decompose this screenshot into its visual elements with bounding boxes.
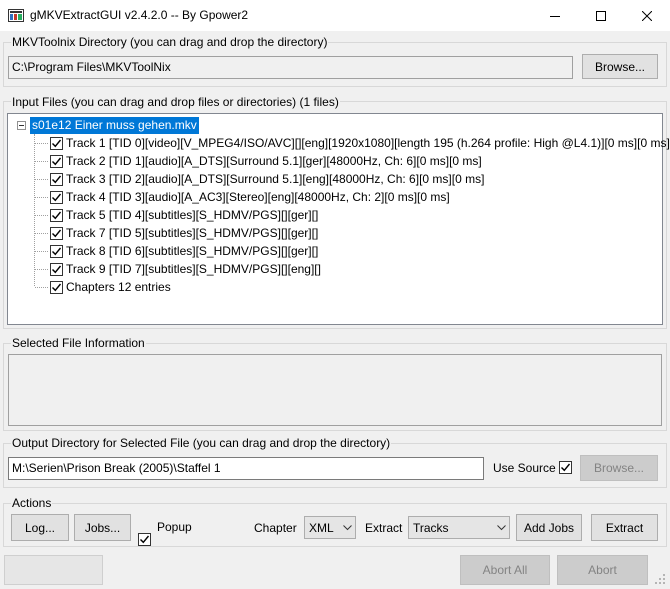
tree-item[interactable]: Track 3 [TID 2][audio][A_DTS][Surround 5…: [50, 170, 484, 188]
tree-item[interactable]: Track 1 [TID 0][video][V_MPEG4/ISO/AVC][…: [50, 134, 670, 152]
tree-connector: [35, 197, 48, 198]
abort-all-button[interactable]: Abort All: [460, 555, 550, 585]
popup-label: Popup: [157, 520, 192, 534]
tree-connector: [35, 287, 48, 288]
tree-item[interactable]: Track 7 [TID 5][subtitles][S_HDMV/PGS][]…: [50, 224, 318, 242]
minimize-icon[interactable]: [532, 0, 578, 31]
tree-item[interactable]: Chapters 12 entries: [50, 278, 171, 296]
chevron-down-icon: [493, 524, 509, 531]
tree-connector: [35, 161, 48, 162]
chapter-label: Chapter: [254, 521, 297, 535]
mkvtoolnix-group-label: MKVToolnix Directory (you can drag and d…: [11, 35, 329, 49]
chapter-select-value: XML: [309, 520, 334, 535]
tree-connector: [35, 143, 48, 144]
track-checkbox[interactable]: [50, 154, 63, 168]
abort-button[interactable]: Abort: [557, 555, 648, 585]
file-info-textbox[interactable]: [8, 354, 662, 426]
tree-item-label: Track 7 [TID 5][subtitles][S_HDMV/PGS][]…: [66, 226, 319, 240]
progress-bar: [4, 555, 103, 585]
extract-select[interactable]: Tracks: [408, 516, 510, 539]
app-icon: [8, 9, 24, 22]
maximize-icon[interactable]: [578, 0, 624, 31]
resize-grip-icon[interactable]: [654, 573, 666, 585]
tree-item[interactable]: Track 9 [TID 7][subtitles][S_HDMV/PGS][]…: [50, 260, 321, 278]
extract-label: Extract: [365, 521, 403, 535]
tree-root-file[interactable]: s01e12 Einer muss gehen.mkv: [30, 117, 199, 134]
track-checkbox[interactable]: [50, 172, 63, 186]
track-checkbox[interactable]: [50, 280, 63, 294]
mkvtoolnix-browse-button[interactable]: Browse...: [582, 54, 658, 79]
track-checkbox[interactable]: [50, 190, 63, 204]
tree-connector: [35, 269, 48, 270]
use-source-checkbox[interactable]: [559, 461, 572, 474]
file-info-group-label: Selected File Information: [11, 336, 146, 350]
window-title: gMKVExtractGUI v2.4.2.0 -- By Gpower2: [30, 8, 249, 22]
chapter-select[interactable]: XML: [304, 516, 356, 539]
tree-item[interactable]: Track 2 [TID 1][audio][A_DTS][Surround 5…: [50, 152, 482, 170]
tree-item[interactable]: Track 8 [TID 6][subtitles][S_HDMV/PGS][]…: [50, 242, 318, 260]
tree-item-label: Track 4 [TID 3][audio][A_AC3][Stereo][en…: [66, 190, 450, 204]
use-source-label: Use Source: [493, 461, 556, 475]
extract-button[interactable]: Extract: [591, 514, 658, 541]
close-icon[interactable]: [624, 0, 670, 31]
output-path-field[interactable]: M:\Serien\Prison Break (2005)\Staffel 1: [8, 457, 484, 480]
actions-group-label: Actions: [11, 496, 53, 510]
track-checkbox[interactable]: [50, 136, 63, 150]
tree-item-label: Track 2 [TID 1][audio][A_DTS][Surround 5…: [66, 154, 482, 168]
tree-connector: [35, 251, 48, 252]
tree-item-label: Track 3 [TID 2][audio][A_DTS][Surround 5…: [66, 172, 485, 186]
tree-item-label: Track 9 [TID 7][subtitles][S_HDMV/PGS][]…: [66, 262, 321, 276]
add-jobs-button[interactable]: Add Jobs: [516, 514, 582, 541]
tree-item[interactable]: Track 4 [TID 3][audio][A_AC3][Stereo][en…: [50, 188, 450, 206]
output-browse-button[interactable]: Browse...: [580, 455, 658, 481]
track-checkbox[interactable]: [50, 244, 63, 258]
tree-item-label: Track 1 [TID 0][video][V_MPEG4/ISO/AVC][…: [66, 136, 670, 150]
extract-select-value: Tracks: [413, 520, 449, 535]
track-checkbox[interactable]: [50, 262, 63, 276]
popup-checkbox[interactable]: [138, 533, 151, 546]
track-checkbox[interactable]: [50, 226, 63, 240]
mkvtoolnix-path-field[interactable]: C:\Program Files\MKVToolNix: [8, 56, 573, 79]
jobs-button[interactable]: Jobs...: [74, 514, 131, 541]
tree-connector: [35, 233, 48, 234]
input-files-group-label: Input Files (you can drag and drop files…: [11, 95, 340, 109]
tree-item-label: Chapters 12 entries: [66, 280, 171, 294]
tree-connector: [35, 179, 48, 180]
tree-item-label: Track 8 [TID 6][subtitles][S_HDMV/PGS][]…: [66, 244, 319, 258]
log-button[interactable]: Log...: [11, 514, 69, 541]
tree-item[interactable]: Track 5 [TID 4][subtitles][S_HDMV/PGS][]…: [50, 206, 318, 224]
chevron-down-icon: [339, 524, 355, 531]
output-group-label: Output Directory for Selected File (you …: [11, 436, 392, 450]
collapse-icon[interactable]: [17, 121, 26, 130]
tree-connector: [34, 134, 35, 286]
track-checkbox[interactable]: [50, 208, 63, 222]
tree-connector: [35, 215, 48, 216]
tree-item-label: Track 5 [TID 4][subtitles][S_HDMV/PGS][]…: [66, 208, 319, 222]
